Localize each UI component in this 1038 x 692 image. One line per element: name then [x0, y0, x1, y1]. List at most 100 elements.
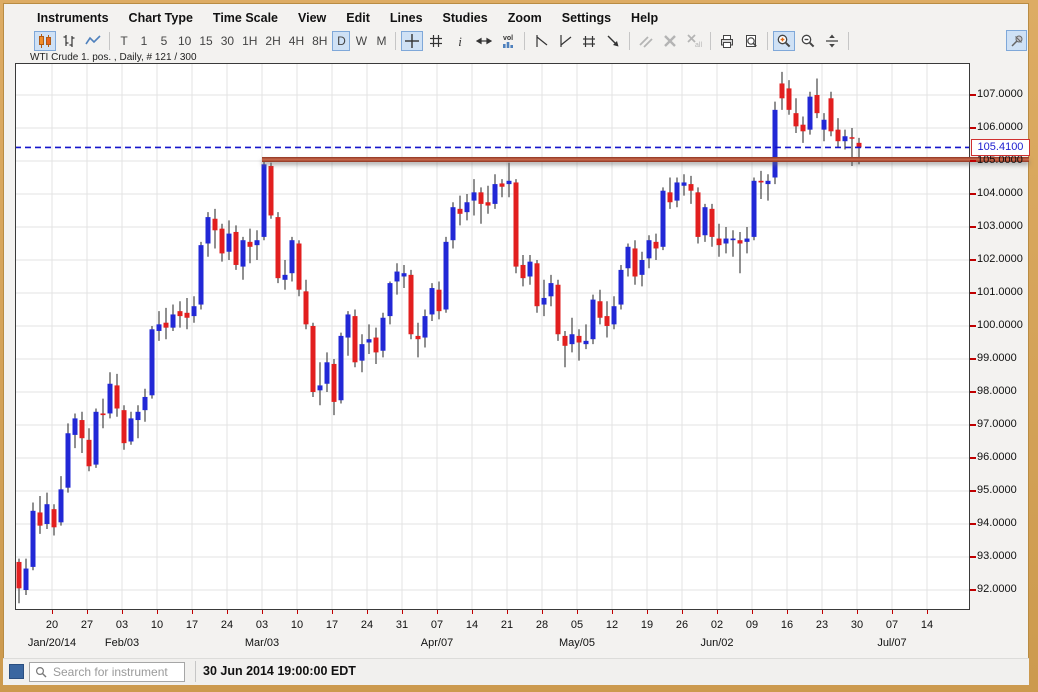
candle-down — [556, 285, 561, 335]
y-axis-tick — [970, 226, 976, 228]
menu-studies[interactable]: Studies — [433, 7, 498, 29]
candle-down — [577, 336, 582, 343]
info-icon: i — [452, 33, 468, 49]
linechart-icon — [85, 33, 101, 49]
volume-button[interactable]: vol — [497, 31, 519, 51]
timeframe-15-button[interactable]: 15 — [196, 31, 215, 51]
zoomout-icon — [800, 33, 816, 49]
candle-down — [710, 209, 715, 237]
x-axis-week-label: 02 — [702, 619, 732, 631]
candlestick-icon — [37, 33, 53, 49]
candle-down — [178, 311, 183, 316]
delete-line-button[interactable] — [659, 31, 681, 51]
candle-down — [479, 192, 484, 204]
ray-tool-button[interactable] — [602, 31, 624, 51]
y-axis-label: 96.0000 — [977, 451, 1017, 463]
x-axis-tick — [542, 610, 543, 614]
candlestick-chart-button[interactable] — [34, 31, 56, 51]
candle-down — [668, 192, 673, 202]
x-axis-tick — [612, 610, 613, 614]
last-price-label: 105.4100 — [971, 139, 1030, 156]
timeframe-10-button[interactable]: 10 — [175, 31, 194, 51]
x-axis-week-label: 21 — [492, 619, 522, 631]
candle-up — [843, 136, 848, 141]
toolbar-separator — [848, 32, 849, 50]
x-axis-week-label: 14 — [457, 619, 487, 631]
candle-down — [563, 336, 568, 346]
zoom-out-button[interactable] — [797, 31, 819, 51]
pin-panel-button[interactable] — [1006, 30, 1027, 51]
chart-plot-area[interactable] — [15, 63, 970, 610]
timeframe-2h-button[interactable]: 2H — [262, 31, 283, 51]
y-axis-tick — [970, 424, 976, 426]
candle-down — [311, 326, 316, 392]
print-preview-button[interactable] — [740, 31, 762, 51]
trendline-tool-button[interactable] — [530, 31, 552, 51]
candle-down — [794, 113, 799, 126]
line-chart-button[interactable] — [82, 31, 104, 51]
candle-up — [171, 314, 176, 327]
y-axis-tick — [970, 193, 976, 195]
delete-all-lines-button[interactable]: all — [683, 31, 705, 51]
candle-up — [290, 240, 295, 273]
timeframe-weekly-button[interactable]: W — [352, 31, 370, 51]
menu-help[interactable]: Help — [621, 7, 668, 29]
x-axis-week-label: 19 — [632, 619, 662, 631]
candle-down — [521, 265, 526, 278]
crosshair-button[interactable] — [401, 31, 423, 51]
candle-down — [654, 242, 659, 249]
menu-edit[interactable]: Edit — [336, 7, 380, 29]
timeframe-4h-button[interactable]: 4H — [286, 31, 307, 51]
candle-down — [87, 440, 92, 466]
search-box[interactable] — [29, 662, 185, 682]
x-axis-week-label: 12 — [597, 619, 627, 631]
x-axis-month-label: Jun/02 — [681, 637, 753, 649]
x-axis-tick — [682, 610, 683, 614]
candle-up — [94, 412, 99, 465]
timeframe-monthly-button[interactable]: M — [372, 31, 390, 51]
menu-zoom[interactable]: Zoom — [498, 7, 552, 29]
fit-vertical-button[interactable] — [821, 31, 843, 51]
candle-up — [773, 110, 778, 178]
timeframe-30-button[interactable]: 30 — [218, 31, 237, 51]
x-axis-month-label: Mar/03 — [226, 637, 298, 649]
timeframe-tick-button[interactable]: T — [115, 31, 133, 51]
x-axis-tick — [192, 610, 193, 614]
semiline-tool-button[interactable] — [554, 31, 576, 51]
candle-up — [703, 207, 708, 235]
timeframe-8h-button[interactable]: 8H — [309, 31, 330, 51]
timeframe-1h-button[interactable]: 1H — [239, 31, 260, 51]
zoom-in-button[interactable] — [773, 31, 795, 51]
menu-view[interactable]: View — [288, 7, 336, 29]
x-axis-tick — [717, 610, 718, 614]
channel-tool-button[interactable] — [578, 31, 600, 51]
parallel-line-button[interactable] — [635, 31, 657, 51]
menu-instruments[interactable]: Instruments — [27, 7, 119, 29]
candlestick-chart[interactable] — [15, 63, 970, 610]
candle-up — [367, 339, 372, 342]
candle-down — [836, 130, 841, 142]
svg-text:all: all — [695, 42, 702, 49]
timeframe-1-button[interactable]: 1 — [135, 31, 153, 51]
candle-down — [17, 562, 22, 588]
menu-lines[interactable]: Lines — [380, 7, 433, 29]
timeframe-5-button[interactable]: 5 — [155, 31, 173, 51]
print-button[interactable] — [716, 31, 738, 51]
resistance-line[interactable] — [262, 157, 1029, 162]
toolbar-separator — [109, 32, 110, 50]
grid-toggle-button[interactable] — [425, 31, 447, 51]
info-button[interactable]: i — [449, 31, 471, 51]
horizontal-scroll-button[interactable] — [473, 31, 495, 51]
menu-time-scale[interactable]: Time Scale — [203, 7, 288, 29]
timeframe-daily-button[interactable]: D — [332, 31, 350, 51]
menu-chart-type[interactable]: Chart Type — [119, 7, 203, 29]
y-axis-tick — [970, 94, 976, 96]
y-axis-tick — [970, 127, 976, 129]
menu-settings[interactable]: Settings — [552, 7, 621, 29]
candle-down — [164, 323, 169, 328]
preview-icon — [743, 33, 759, 49]
candle-down — [514, 182, 519, 266]
ohlc-bars-chart-button[interactable] — [58, 31, 80, 51]
search-input[interactable] — [51, 664, 184, 680]
app-window: InstrumentsChart TypeTime ScaleViewEditL… — [3, 3, 1029, 685]
